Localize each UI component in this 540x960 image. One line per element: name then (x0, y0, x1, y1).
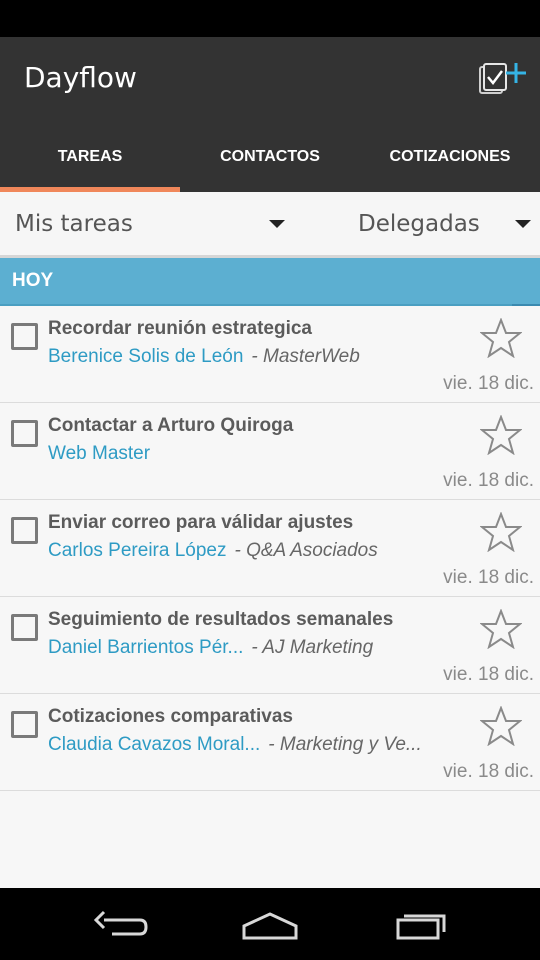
task-meta: Berenice Solis de León - MasterWeb (48, 346, 448, 368)
task-company: - AJ Marketing (251, 637, 374, 658)
task-meta: Web Master (48, 443, 448, 465)
task-title: Recordar reunión estrategica (48, 318, 312, 339)
add-task-icon (479, 63, 526, 94)
task-row[interactable]: Enviar correo para válidar ajustes Carlo… (0, 500, 540, 597)
task-contact-link[interactable]: Carlos Pereira López (48, 540, 226, 561)
task-contact-link[interactable]: Claudia Cavazos Moral... (48, 734, 260, 755)
task-contact-link[interactable]: Web Master (48, 443, 150, 464)
task-meta: Claudia Cavazos Moral... - Marketing y Ve… (48, 734, 448, 756)
task-date: vie. 18 dic. (443, 567, 534, 588)
task-row[interactable]: Cotizaciones comparativas Claudia Cavazo… (0, 694, 540, 791)
task-date: vie. 18 dic. (443, 470, 534, 491)
action-bar: Dayflow (0, 37, 540, 121)
status-bar (0, 0, 540, 37)
task-title: Contactar a Arturo Quiroga (48, 415, 294, 436)
task-meta: Carlos Pereira López - Q&A Asociados (48, 540, 448, 562)
task-meta: Daniel Barrientos Pér... - AJ Marketing (48, 637, 448, 659)
star-outline-icon[interactable] (480, 609, 522, 649)
delegated-label: Delegadas (358, 210, 480, 237)
tab-tareas[interactable]: TAREAS (0, 121, 180, 192)
my-tasks-label: Mis tareas (15, 210, 133, 237)
delegated-spinner[interactable]: Delegadas (358, 192, 534, 255)
task-row[interactable]: Recordar reunión estrategica Berenice So… (0, 306, 540, 403)
my-tasks-spinner[interactable]: Mis tareas (15, 192, 290, 255)
add-task-button[interactable] (478, 59, 530, 99)
navigation-bar (0, 888, 540, 960)
filter-bar: Mis tareas Delegadas (0, 192, 540, 258)
task-row[interactable]: Seguimiento de resultados semanales Dani… (0, 597, 540, 694)
task-list: Recordar reunión estrategica Berenice So… (0, 306, 540, 888)
section-header-today: HOY (0, 258, 540, 306)
home-icon[interactable] (240, 906, 300, 946)
task-date: vie. 18 dic. (443, 761, 534, 782)
tab-bar: TAREAS CONTACTOS COTIZACIONES (0, 121, 540, 192)
star-outline-icon[interactable] (480, 318, 522, 358)
checkbox-icon[interactable] (11, 711, 38, 738)
dropdown-arrow-icon (515, 220, 531, 228)
back-icon[interactable] (90, 906, 150, 946)
task-title: Seguimiento de resultados semanales (48, 609, 394, 630)
star-outline-icon[interactable] (480, 706, 522, 746)
task-date: vie. 18 dic. (443, 664, 534, 685)
app-title: Dayflow (24, 61, 137, 94)
checkbox-icon[interactable] (11, 420, 38, 447)
star-outline-icon[interactable] (480, 415, 522, 455)
checkbox-icon[interactable] (11, 517, 38, 544)
task-contact-link[interactable]: Daniel Barrientos Pér... (48, 637, 243, 658)
task-date: vie. 18 dic. (443, 373, 534, 394)
task-row[interactable]: Contactar a Arturo Quiroga Web Master vi… (0, 403, 540, 500)
task-company: - MasterWeb (251, 346, 360, 367)
star-outline-icon[interactable] (480, 512, 522, 552)
checkbox-icon[interactable] (11, 323, 38, 350)
tab-contactos[interactable]: CONTACTOS (180, 121, 360, 192)
task-company: - Marketing y Ve... (268, 734, 422, 755)
task-title: Cotizaciones comparativas (48, 706, 293, 727)
dropdown-arrow-icon (269, 220, 285, 228)
task-title: Enviar correo para válidar ajustes (48, 512, 354, 533)
tab-cotizaciones[interactable]: COTIZACIONES (360, 121, 540, 192)
task-contact-link[interactable]: Berenice Solis de León (48, 346, 243, 367)
task-company: - Q&A Asociados (234, 540, 378, 561)
recents-icon[interactable] (392, 906, 452, 946)
checkbox-icon[interactable] (11, 614, 38, 641)
